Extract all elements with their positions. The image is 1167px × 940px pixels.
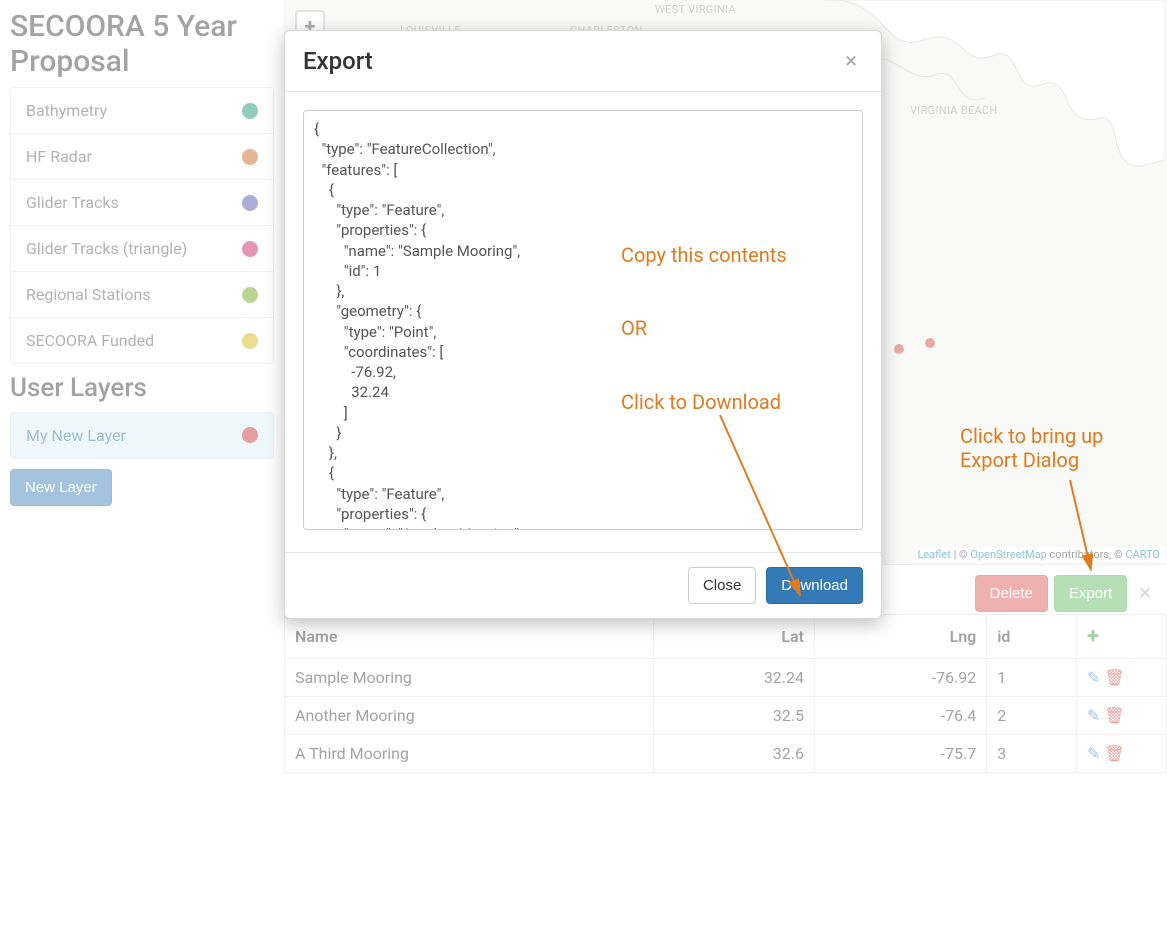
download-button[interactable]: Download xyxy=(766,567,863,604)
export-modal: Export × Close Download xyxy=(284,30,882,619)
export-json-textarea[interactable] xyxy=(303,110,863,530)
modal-close-icon[interactable]: × xyxy=(839,49,863,74)
modal-footer: Close Download xyxy=(285,552,881,618)
modal-header: Export × xyxy=(285,31,881,92)
close-button[interactable]: Close xyxy=(688,567,756,604)
modal-title: Export xyxy=(303,47,373,75)
